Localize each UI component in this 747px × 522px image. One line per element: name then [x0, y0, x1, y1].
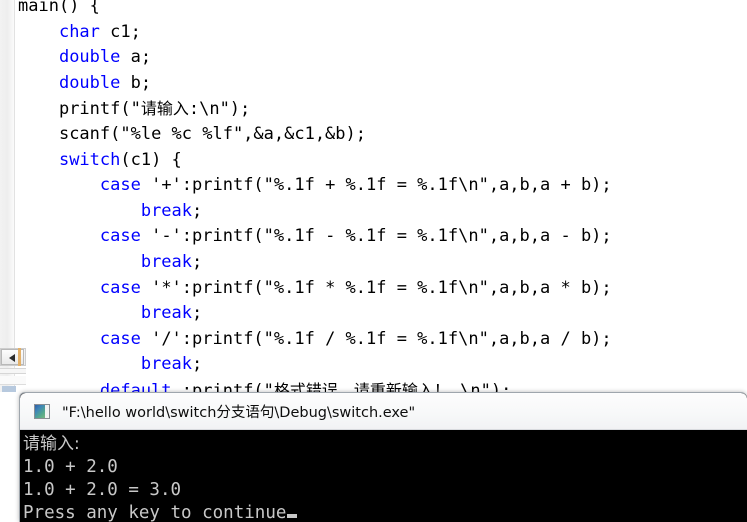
code-line: default :printf("格式错误，请重新输入！ \n"); [18, 378, 747, 392]
code-token: :printf(" [171, 380, 274, 392]
console-cursor [287, 514, 298, 518]
code-token: ; [192, 251, 203, 272]
code-text-area[interactable]: main() { char c1; double a; double b; pr… [18, 0, 747, 392]
code-line: case '*':printf("%.1f * %.1f = %.1f\n",a… [18, 276, 747, 302]
code-line: double a; [18, 45, 747, 71]
console-app-icon [34, 403, 50, 419]
console-titlebar[interactable]: "F:\hello world\switch分支语句\Debug\switch.… [20, 393, 747, 430]
code-keyword: case [99, 328, 141, 349]
console-title-text: "F:\hello world\switch分支语句\Debug\switch.… [62, 404, 416, 421]
code-token: \n"); [449, 380, 512, 392]
code-token: 请输入 [140, 99, 189, 119]
code-keyword: char [58, 21, 100, 42]
status-band-lower [0, 376, 26, 385]
code-keyword: default [99, 380, 172, 392]
code-line: scanf("%le %c %lf",&a,&c1,&b); [18, 122, 747, 148]
code-token: c1; [99, 21, 141, 42]
code-keyword: double [58, 72, 121, 93]
code-line: case '/':printf("%.1f / %.1f = %.1f\n",a… [18, 327, 747, 353]
code-keyword: break [140, 354, 193, 375]
code-token: 格式错误，请重新输入！ [273, 380, 450, 392]
code-line: printf("请输入:\n"); [18, 96, 747, 122]
code-keyword: break [140, 200, 193, 221]
code-line: break; [18, 250, 747, 276]
code-token: ; [192, 303, 203, 324]
code-line: break; [18, 301, 747, 327]
code-keyword: case [99, 277, 141, 298]
console-output-line: 请输入: [23, 434, 80, 454]
code-keyword: break [140, 251, 193, 272]
code-keyword: switch [58, 149, 121, 170]
horizontal-scrollbar[interactable] [0, 348, 26, 392]
scrollbar-corner-marker [18, 348, 21, 366]
code-line: break; [18, 352, 747, 378]
code-token: :\n"); [188, 99, 251, 120]
taskbar-tab-stub[interactable] [2, 386, 16, 392]
console-output-line: 1.0 + 2.0 [23, 457, 118, 477]
console-output-line: 1.0 + 2.0 = 3.0 [23, 480, 182, 500]
code-token: '/':printf("%.1f / %.1f = %.1f\n",a,b,a … [140, 328, 612, 349]
code-editor[interactable]: main() { char c1; double a; double b; pr… [0, 0, 747, 392]
code-keyword: case [99, 175, 141, 196]
code-line: main() { [18, 0, 747, 20]
code-token: main() { [18, 0, 100, 16]
console-window[interactable]: "F:\hello world\switch分支语句\Debug\switch.… [19, 392, 747, 522]
code-token: '-':printf("%.1f - %.1f = %.1f\n",a,b,a … [140, 226, 612, 247]
chevron-left-icon [9, 354, 15, 362]
code-keyword: double [58, 47, 121, 68]
code-keyword: case [99, 226, 141, 247]
console-output-area[interactable]: 请输入: 1.0 + 2.0 1.0 + 2.0 = 3.0 Press any ke… [20, 431, 747, 522]
console-output-line: Press any key to continue [23, 502, 747, 522]
code-token: printf(" [58, 99, 141, 120]
code-token: (c1) { [120, 149, 182, 170]
code-token: b; [120, 72, 152, 93]
status-band-upper [0, 368, 26, 374]
code-token: '*':printf("%.1f * %.1f = %.1f\n",a,b,a … [140, 277, 612, 298]
code-line: case '+':printf("%.1f + %.1f = %.1f\n",a… [18, 173, 747, 199]
code-line: switch(c1) { [18, 148, 747, 174]
code-line: double b; [18, 71, 747, 97]
code-token: ; [192, 200, 203, 221]
code-token: a; [120, 47, 152, 68]
editor-gutter [0, 0, 15, 392]
code-line: break; [18, 199, 747, 225]
code-line: char c1; [18, 20, 747, 46]
code-token: scanf("%le %c %lf",&a,&c1,&b); [58, 123, 366, 144]
code-keyword: break [140, 303, 193, 324]
code-token: ; [192, 354, 203, 375]
code-line: case '-':printf("%.1f - %.1f = %.1f\n",a… [18, 224, 747, 250]
code-token: '+':printf("%.1f + %.1f = %.1f\n",a,b,a … [140, 175, 612, 196]
